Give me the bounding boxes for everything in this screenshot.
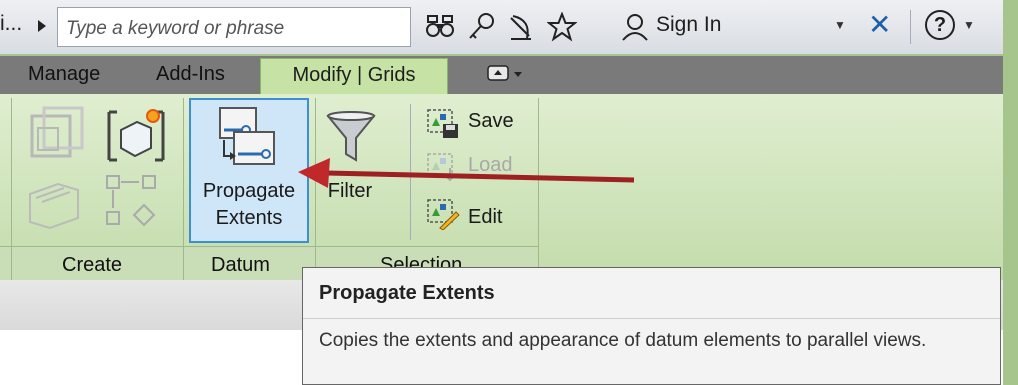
truncated-title: i...	[0, 12, 23, 35]
save-button[interactable]: Save	[468, 110, 514, 133]
annotation-arrow-icon	[298, 158, 635, 188]
key-icon[interactable]	[466, 12, 496, 42]
panel-divider	[11, 98, 12, 280]
edit-icon	[427, 199, 460, 230]
panel-toggle-icon[interactable]	[487, 64, 527, 84]
tooltip-divider	[303, 318, 1000, 319]
create-array-icon[interactable]	[103, 172, 169, 236]
create-copies-icon[interactable]	[24, 172, 90, 236]
sign-in-dropdown-icon[interactable]: ▼	[834, 18, 846, 32]
help-icon[interactable]: ?	[925, 10, 955, 40]
propagate-label-line2: Extents	[215, 207, 283, 229]
user-icon	[622, 14, 648, 41]
help-dropdown-icon[interactable]: ▼	[963, 18, 975, 32]
panel-divider	[183, 98, 184, 280]
save-icon	[427, 109, 458, 138]
satellite-icon[interactable]	[507, 12, 535, 42]
create-grid-icon[interactable]	[24, 104, 90, 168]
panel-label-create: Create	[62, 254, 123, 276]
propagate-label-line1: Propagate	[202, 180, 296, 202]
propagate-extents-icon	[219, 107, 275, 165]
ribbon-tab-bar: Manage Add-Ins Modify | Grids	[0, 56, 1003, 94]
tab-modify-grids[interactable]: Modify | Grids	[260, 58, 448, 94]
panel-label-datum: Datum	[211, 254, 270, 276]
tooltip: Propagate Extents Copies the extents and…	[302, 267, 1001, 385]
sign-in-link[interactable]: Sign In	[656, 13, 721, 37]
tab-manage[interactable]: Manage	[28, 63, 100, 86]
exchange-x-icon[interactable]: ✕	[868, 8, 891, 41]
binoculars-icon[interactable]	[425, 12, 455, 40]
tooltip-title: Propagate Extents	[319, 282, 495, 304]
info-center-bar: i... Type a keyword or phrase Sign In ▼ …	[0, 0, 1003, 54]
search-placeholder: Type a keyword or phrase	[66, 18, 285, 39]
tooltip-description: Copies the extents and appearance of dat…	[319, 330, 927, 351]
edit-button[interactable]: Edit	[468, 206, 502, 229]
create-mass-icon[interactable]	[103, 104, 169, 168]
star-icon[interactable]	[547, 12, 577, 42]
search-input[interactable]: Type a keyword or phrase	[57, 7, 411, 47]
divider	[910, 10, 911, 44]
expand-arrow-icon[interactable]	[38, 20, 46, 32]
tab-add-ins[interactable]: Add-Ins	[156, 63, 225, 86]
